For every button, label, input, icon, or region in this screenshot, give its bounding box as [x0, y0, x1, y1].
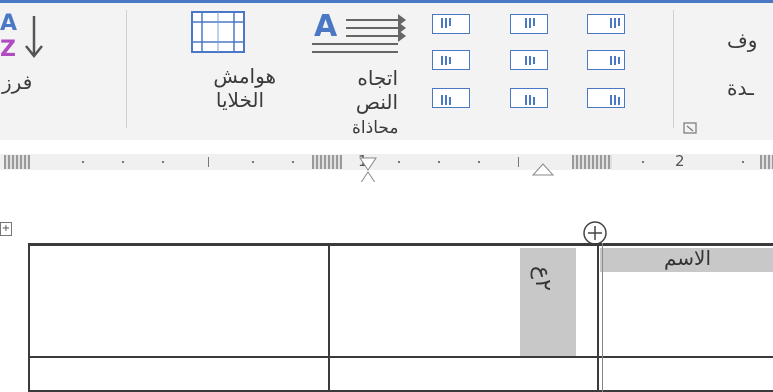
- ribbon-top-accent: [0, 0, 773, 3]
- table-border-top: [28, 243, 773, 246]
- group-separator: [673, 10, 674, 128]
- align-bottom-left-button[interactable]: [432, 88, 470, 108]
- svg-text:Z: Z: [0, 37, 16, 62]
- align-middle-right-button[interactable]: [587, 50, 625, 70]
- alignment-group-label: محاذاة: [352, 118, 399, 138]
- horizontal-ruler[interactable]: 1 2: [0, 142, 773, 194]
- align-top-left-button[interactable]: [432, 14, 470, 34]
- header-cell-text: الاسم: [663, 246, 711, 270]
- svg-text:A: A: [0, 11, 17, 36]
- ribbon: A Z فرز هوامش الخلايا A اتجاه النص محاذا…: [0, 0, 773, 140]
- cut-off-label-1: وف: [727, 28, 758, 52]
- column-divider[interactable]: [328, 243, 330, 392]
- alignment-grid: [430, 12, 650, 112]
- table-border-left: [28, 243, 30, 392]
- cut-off-label-2: ـدة: [727, 76, 754, 100]
- text-direction-icon: A: [312, 10, 406, 53]
- column-divider[interactable]: [597, 243, 599, 392]
- table: الاسم ٢ع: [28, 244, 773, 392]
- ruler-number-2: 2: [675, 152, 685, 170]
- table-move-handle[interactable]: +: [0, 222, 12, 236]
- document-area: + الاسم ٢ع: [0, 182, 773, 392]
- text-direction-label-1: اتجاه: [357, 66, 398, 90]
- dialog-launcher-icon[interactable]: [683, 122, 697, 134]
- group-separator: [126, 10, 127, 128]
- text-direction-label-2: النص: [355, 90, 398, 114]
- cell-margins-icon: [191, 11, 245, 53]
- sort-label: فرز: [2, 70, 33, 94]
- align-middle-center-button[interactable]: [510, 50, 548, 70]
- header-cell[interactable]: الاسم: [600, 246, 773, 272]
- cell-margins-label-1: هوامش: [213, 64, 276, 88]
- sort-az-icon: A Z: [0, 11, 43, 62]
- align-top-center-button[interactable]: [510, 14, 548, 34]
- align-top-right-button[interactable]: [587, 14, 625, 34]
- sort-button[interactable]: A Z فرز: [0, 8, 70, 108]
- align-bottom-right-button[interactable]: [587, 88, 625, 108]
- align-middle-left-button[interactable]: [432, 50, 470, 70]
- cell-margins-label-2: الخلايا: [215, 88, 264, 112]
- tab-stop-icon[interactable]: [532, 162, 554, 176]
- column-divider[interactable]: [602, 243, 603, 392]
- ruler-ticks: [40, 157, 760, 167]
- text-direction-button[interactable]: A اتجاه النص: [300, 8, 410, 114]
- column-marker[interactable]: [760, 155, 773, 169]
- cell-margins-button[interactable]: هوامش الخلايا: [150, 8, 282, 112]
- align-bottom-center-button[interactable]: [510, 88, 548, 108]
- svg-text:A: A: [314, 10, 338, 44]
- table-border-row: [28, 356, 773, 358]
- column-marker[interactable]: [4, 155, 30, 169]
- vertical-cell-text: ٢ع: [529, 266, 555, 291]
- vertical-text-cell[interactable]: ٢ع: [520, 248, 576, 358]
